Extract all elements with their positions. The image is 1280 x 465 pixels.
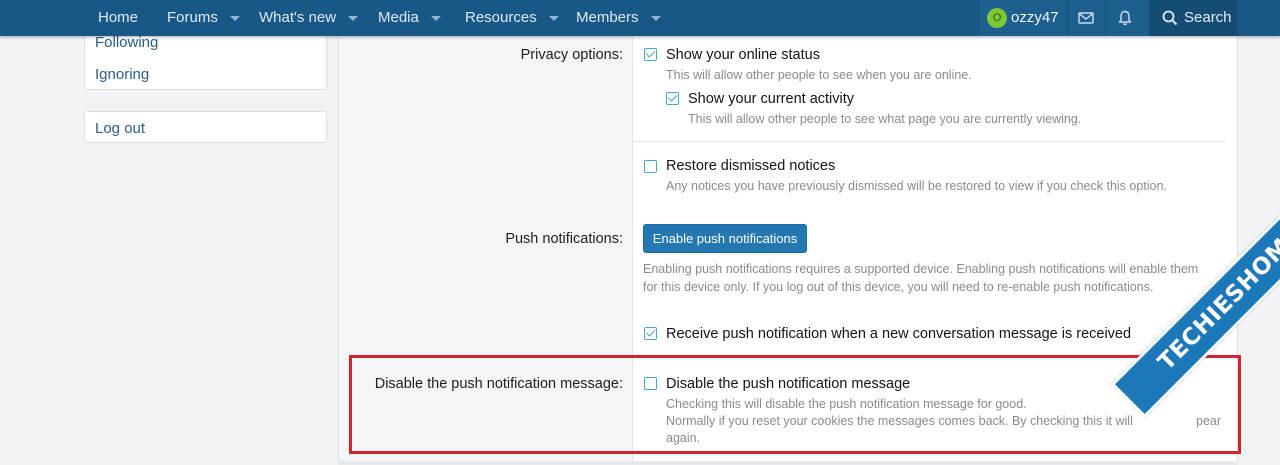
push-notifications-label: Push notifications: xyxy=(505,231,623,247)
nav-home[interactable]: Home xyxy=(98,0,138,36)
receive-push-label[interactable]: Receive push notification when a new con… xyxy=(666,326,1131,342)
enable-push-notifications-button[interactable]: Enable push notifications xyxy=(643,224,807,253)
nav-whats-new[interactable]: What's new xyxy=(259,0,359,36)
nav-home-label: Home xyxy=(98,9,139,26)
current-activity-label[interactable]: Show your current activity xyxy=(688,91,854,107)
sidebar-item-ignoring[interactable]: Ignoring xyxy=(95,66,149,83)
avatar[interactable]: O xyxy=(987,8,1007,28)
divider xyxy=(633,141,1226,142)
form-footer-edge xyxy=(338,461,1238,465)
nav-separator xyxy=(1067,0,1068,36)
online-status-hint: This will allow other people to see when… xyxy=(666,68,972,82)
push-hint-line-2: for this device only. If you log out of … xyxy=(643,280,1154,294)
highlight-box xyxy=(349,355,1241,454)
logout-link[interactable]: Log out xyxy=(95,120,145,137)
online-status-label[interactable]: Show your online status xyxy=(666,47,820,63)
chevron-down-icon[interactable] xyxy=(348,15,359,21)
nav-resources-label: Resources xyxy=(465,9,537,26)
current-activity-checkbox[interactable] xyxy=(666,92,679,105)
chevron-down-icon[interactable] xyxy=(229,15,240,21)
chevron-down-icon[interactable] xyxy=(430,15,441,21)
chevron-down-icon[interactable] xyxy=(650,15,661,21)
nav-media[interactable]: Media xyxy=(378,0,441,36)
top-navigation-bar: Home Forums What's new Media Resources M… xyxy=(0,0,1280,36)
nav-forums[interactable]: Forums xyxy=(167,0,240,36)
sidebar-item-following[interactable]: Following xyxy=(95,34,158,51)
receive-push-checkbox[interactable] xyxy=(644,327,657,340)
username-link[interactable]: ozzy47 xyxy=(1011,0,1059,36)
envelope-icon[interactable] xyxy=(1077,9,1095,27)
nav-resources[interactable]: Resources xyxy=(465,0,559,36)
nav-separator xyxy=(1105,0,1106,36)
nav-whats-new-label: What's new xyxy=(259,9,337,26)
restore-notices-label[interactable]: Restore dismissed notices xyxy=(666,158,835,174)
bell-icon[interactable] xyxy=(1116,9,1134,27)
current-activity-hint: This will allow other people to see what… xyxy=(688,112,1082,126)
nav-media-label: Media xyxy=(378,9,419,26)
restore-notices-checkbox[interactable] xyxy=(644,160,657,173)
chevron-down-icon[interactable] xyxy=(548,15,559,21)
nav-members-label: Members xyxy=(576,9,639,26)
privacy-options-label: Privacy options: xyxy=(520,47,623,63)
search-icon xyxy=(1162,10,1178,26)
search-button[interactable]: Search xyxy=(1150,0,1238,36)
restore-notices-hint: Any notices you have previously dismisse… xyxy=(666,179,1167,193)
push-hint-line-1: Enabling push notifications requires a s… xyxy=(643,262,1199,276)
nav-forums-label: Forums xyxy=(167,9,218,26)
online-status-checkbox[interactable] xyxy=(644,48,657,61)
search-label: Search xyxy=(1184,9,1232,26)
sidebar-logout-block: Log out xyxy=(84,111,327,143)
nav-members[interactable]: Members xyxy=(576,0,661,36)
